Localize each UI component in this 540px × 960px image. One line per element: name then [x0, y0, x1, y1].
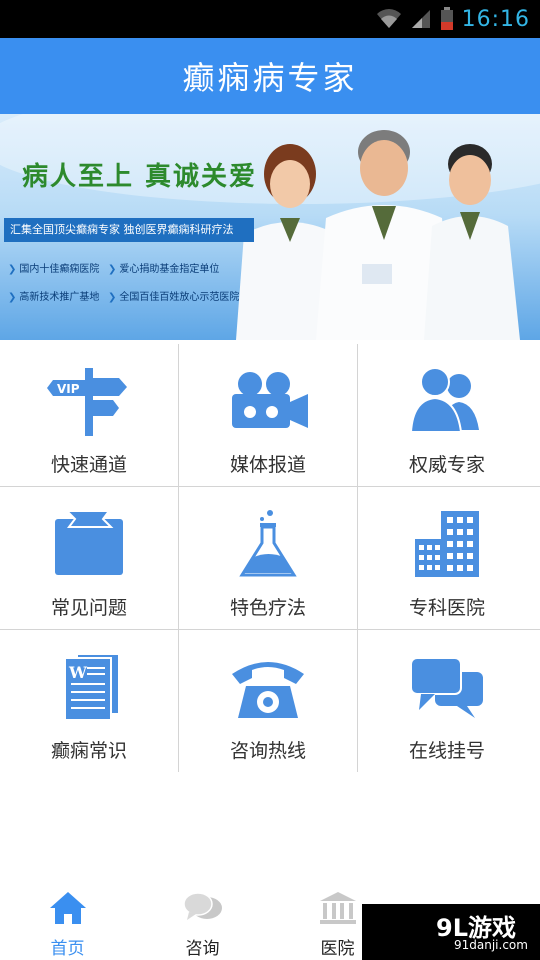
experts-group-icon: [409, 367, 479, 433]
hospital-building-icon: [415, 511, 479, 577]
grid-item-online-registration[interactable]: 在线挂号: [358, 630, 536, 772]
title-bar: 癫痫病专家: [0, 38, 540, 114]
grid-item-label: 癫痫常识: [50, 740, 127, 762]
grid-item-label: 快速通道: [50, 454, 127, 476]
status-bar: 16:16: [0, 0, 540, 38]
bank-building-icon: [319, 892, 356, 924]
video-camera-icon: [232, 372, 308, 428]
signal-icon: [411, 10, 430, 28]
grid-item-label: 常见问题: [50, 597, 127, 619]
grid-item-consult-hotline[interactable]: 咨询热线: [179, 630, 357, 772]
grid-item-label: 媒体报道: [229, 454, 306, 476]
banner-slogan: 病人至上 真诚关爱: [22, 162, 258, 192]
grid-item-label: 权威专家: [408, 454, 485, 476]
tab-label: 咨询: [185, 939, 220, 959]
word-document-icon: W: [64, 653, 120, 721]
banner-image[interactable]: 病人至上 真诚关爱 汇集全国顶尖癫痫专家 独创医界癫痫科研疗法 国内十佳癫痫医院…: [0, 114, 540, 340]
tab-home[interactable]: 首页: [0, 876, 135, 960]
tab-consult[interactable]: 咨询: [135, 876, 270, 960]
grid-item-special-therapy[interactable]: 特色疗法: [179, 487, 357, 629]
page-title: 癫痫病专家: [182, 59, 358, 97]
telephone-icon: [232, 662, 304, 718]
status-time: 16:16: [461, 6, 530, 32]
banner-tag: 国内十佳癫痫医院: [8, 260, 99, 275]
flask-icon: [239, 510, 297, 577]
grid-item-label: 在线挂号: [408, 740, 485, 762]
tab-label: 首页: [50, 939, 85, 959]
banner-tag: 爱心捐助基金指定单位: [108, 260, 219, 275]
watermark-site: 91danji.com: [454, 938, 528, 952]
banner-tag: 全国百佳百姓放心示范医院: [108, 288, 239, 303]
feature-grid: VIP 快速通道 媒体报道 权威专家 常见问题 特色疗法 专科医院 W 癫痫常识…: [0, 344, 540, 772]
vip-signpost-icon: VIP: [47, 368, 127, 436]
banner-tag: 高新技术推广基地: [8, 288, 99, 303]
grid-item-epilepsy-knowledge[interactable]: W 癫痫常识: [0, 630, 178, 772]
wifi-icon: [376, 9, 401, 28]
grid-item-experts[interactable]: 权威专家: [358, 344, 536, 486]
banner-headline: 汇集全国顶尖癫痫专家 独创医界癫痫科研疗法: [4, 218, 254, 242]
grid-item-fast-track[interactable]: VIP 快速通道: [0, 344, 178, 486]
watermark: 9L游戏 91danji.com: [362, 904, 540, 960]
chat-icon: [182, 892, 222, 920]
svg-text:VIP: VIP: [57, 382, 80, 396]
grid-item-faq[interactable]: 常见问题: [0, 487, 178, 629]
notebook-icon: [55, 510, 123, 575]
grid-item-label: 专科医院: [408, 597, 485, 619]
grid-item-label: 咨询热线: [229, 740, 306, 762]
grid-item-label: 特色疗法: [229, 597, 306, 619]
svg-text:W: W: [68, 663, 88, 682]
battery-icon: [440, 7, 453, 30]
chat-bubbles-icon: [410, 657, 483, 718]
home-icon: [49, 892, 86, 924]
grid-item-media-report[interactable]: 媒体报道: [179, 344, 357, 486]
grid-item-specialist-hospital[interactable]: 专科医院: [358, 487, 536, 629]
